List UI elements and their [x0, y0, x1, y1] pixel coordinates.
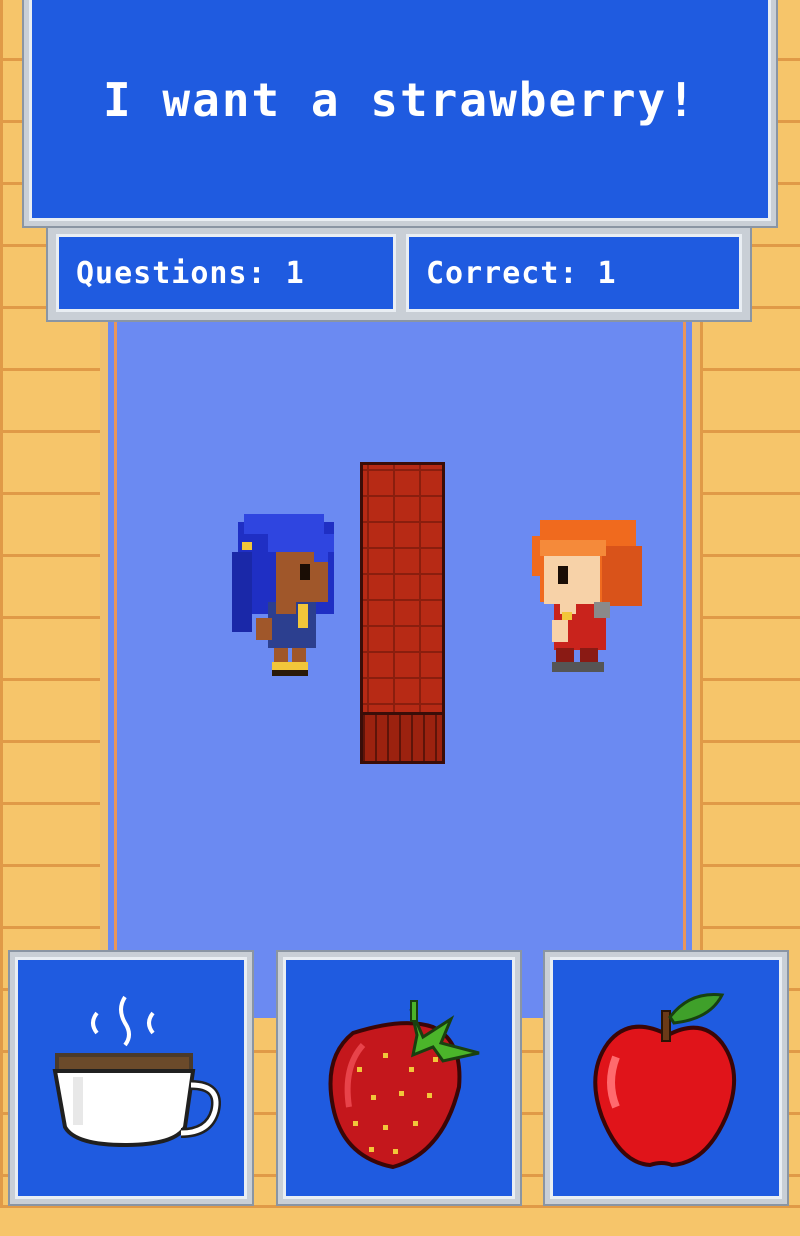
strawberry-icon — [328, 1000, 480, 1170]
choice-strawberry-button[interactable] — [278, 952, 520, 1204]
orange-haired-girl-character — [532, 516, 648, 680]
choice-coffee-button[interactable] — [10, 952, 252, 1204]
speech-panel: I want a strawberry! — [24, 0, 776, 226]
pillar-base — [363, 712, 442, 761]
questions-counter: Questions: 1 — [56, 234, 396, 312]
choice-apple-button[interactable] — [545, 952, 787, 1204]
bottom-ledge — [0, 1205, 800, 1236]
brick-pillar — [360, 462, 445, 764]
stats-bar: Questions: 1 Correct: 1 — [46, 226, 752, 322]
coffee-cup-icon — [52, 995, 221, 1148]
blue-haired-girl-character — [228, 512, 346, 680]
apple-icon — [593, 992, 736, 1168]
dialog-text: I want a strawberry! — [103, 73, 697, 127]
correct-counter: Correct: 1 — [406, 234, 742, 312]
